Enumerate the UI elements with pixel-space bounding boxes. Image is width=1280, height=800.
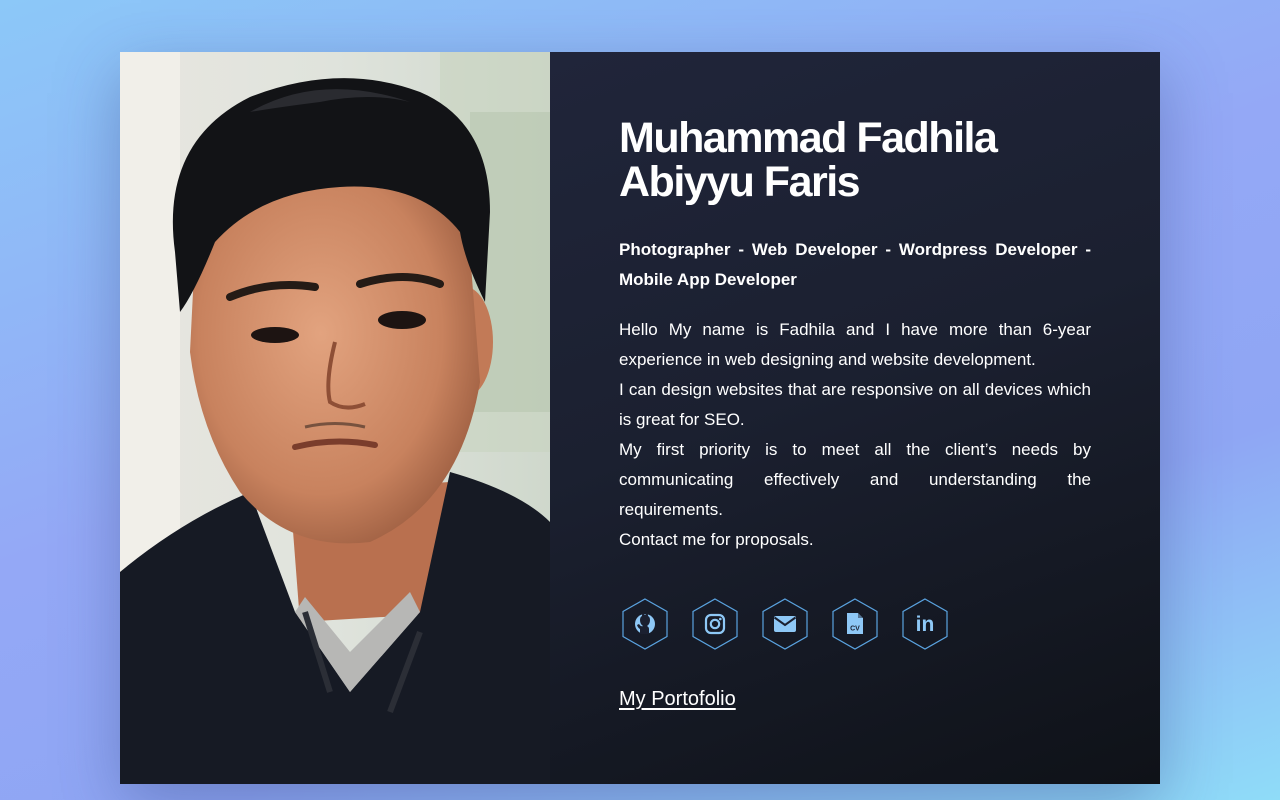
- cv-link[interactable]: CV: [832, 598, 878, 650]
- cv-file-icon: CV: [847, 613, 863, 634]
- linkedin-link[interactable]: in: [902, 598, 948, 650]
- svg-text:in: in: [916, 613, 935, 636]
- linkedin-icon: in: [916, 613, 935, 636]
- portfolio-link[interactable]: My Portofolio: [619, 688, 736, 711]
- bio-paragraph: My first priority is to meet all the cli…: [619, 440, 1091, 519]
- profile-card: Muhammad Fadhila Abiyyu Faris Photograph…: [120, 52, 1160, 784]
- profile-bio: Hello My name is Fadhila and I have more…: [619, 315, 1091, 555]
- instagram-link[interactable]: [692, 598, 738, 650]
- svg-text:CV: CV: [850, 626, 860, 633]
- bio-paragraph: Hello My name is Fadhila and I have more…: [619, 320, 1091, 369]
- envelope-icon: [773, 616, 797, 632]
- bio-paragraph: I can design websites that are responsiv…: [619, 380, 1091, 429]
- profile-name-line2: Abiyyu Faris: [619, 158, 861, 206]
- profile-photo: [120, 52, 550, 784]
- email-link[interactable]: [762, 598, 808, 650]
- profile-name-line1: Muhammad Fadhila: [619, 114, 998, 162]
- info-panel: Muhammad Fadhila Abiyyu Faris Photograph…: [550, 52, 1160, 784]
- github-icon: [635, 613, 655, 634]
- social-links: CV in: [619, 598, 1091, 650]
- profile-roles: Photographer - Web Developer - Wordpress…: [619, 240, 1091, 289]
- profile-name: Muhammad Fadhila Abiyyu Faris: [619, 116, 1091, 204]
- github-link[interactable]: [622, 598, 668, 650]
- bio-paragraph: Contact me for proposals.: [619, 530, 814, 549]
- instagram-icon: [704, 613, 726, 635]
